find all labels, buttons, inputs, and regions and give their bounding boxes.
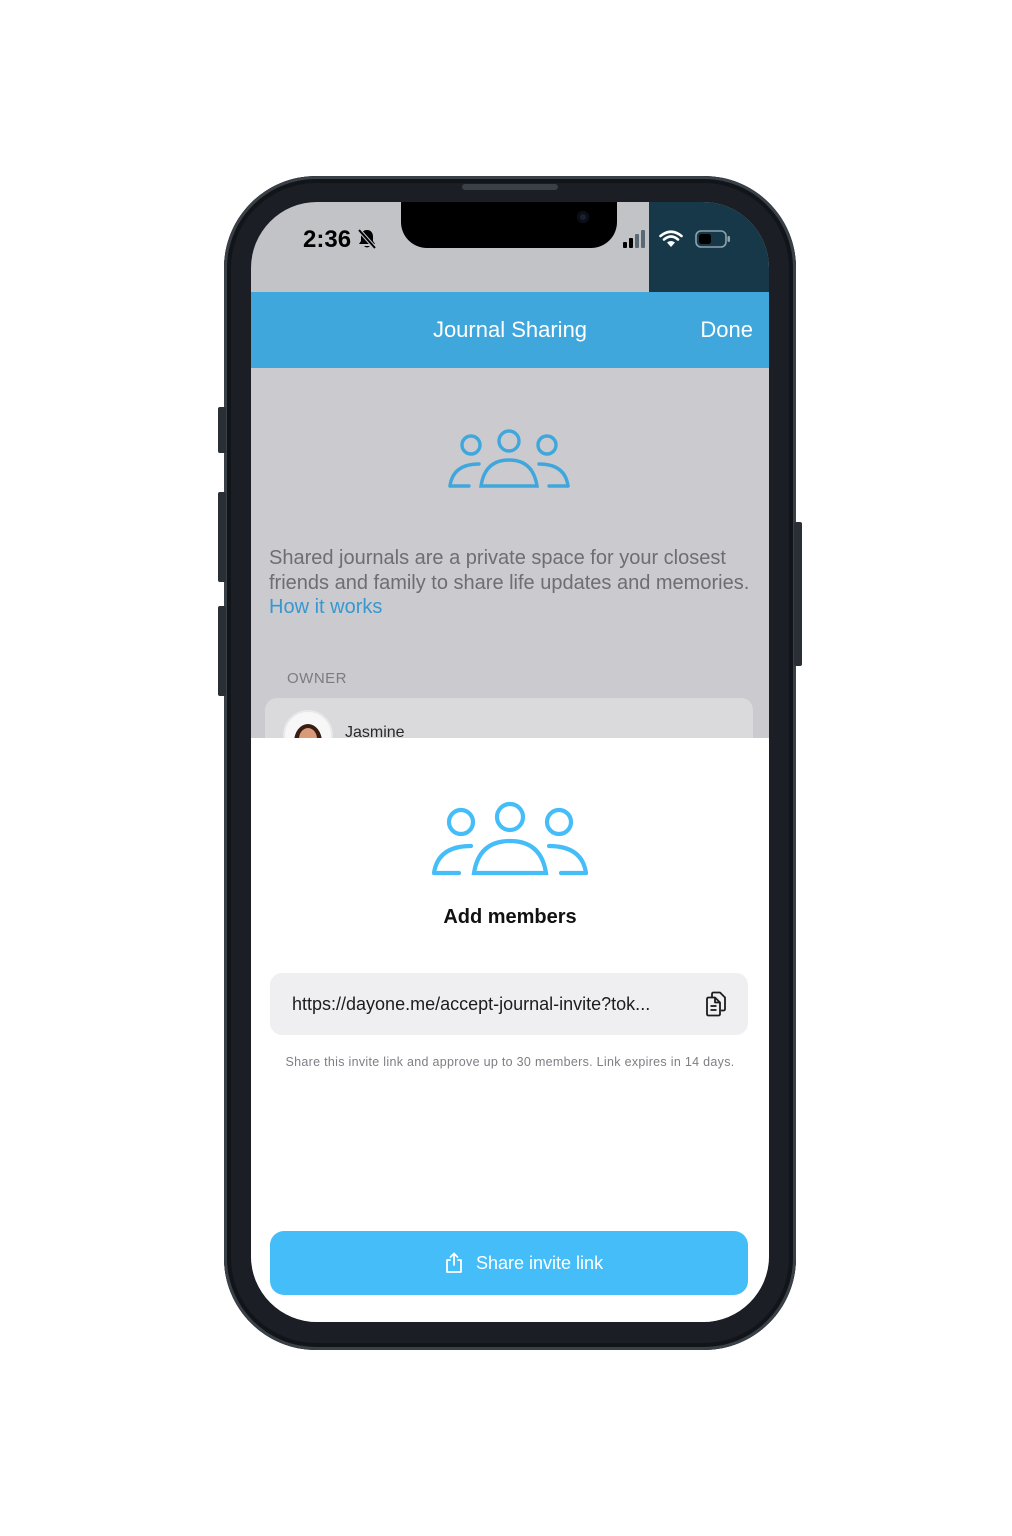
front-camera	[577, 211, 589, 223]
status-bar: 2:36	[251, 202, 769, 294]
speaker-grille	[462, 184, 558, 190]
group-icon	[431, 801, 589, 876]
nav-title: Journal Sharing	[432, 317, 588, 342]
wifi-icon	[659, 230, 683, 247]
share-icon	[446, 1252, 462, 1273]
invite-link-field[interactable]: https://dayone.me/accept-journal-invite?…	[270, 973, 748, 1035]
copy-icon[interactable]	[704, 991, 728, 1017]
phone-screen: 2:36 Journal Sharing Done Shared journal…	[251, 202, 769, 1322]
description-text: Shared journals are a private space for …	[269, 547, 750, 594]
how-it-works-link[interactable]: How it works	[269, 596, 382, 618]
group-icon	[448, 429, 570, 488]
share-button-label: Share invite link	[476, 1253, 604, 1273]
done-button[interactable]: Done	[700, 292, 753, 368]
signal-icon	[623, 230, 645, 248]
power-button	[794, 522, 802, 666]
volume-down-button	[218, 606, 226, 696]
volume-up-button	[218, 492, 226, 582]
navigation-bar: Journal Sharing Done	[251, 292, 769, 368]
invite-helper-text: Share this invite link and approve up to…	[285, 1055, 735, 1069]
add-members-sheet: Add members https://dayone.me/accept-jou…	[251, 738, 769, 1322]
share-invite-link-button[interactable]: Share invite link	[270, 1231, 748, 1295]
sheet-title: Add members	[443, 906, 577, 928]
status-time: 2:36	[303, 226, 352, 253]
sharing-description: Shared journals are a private space for …	[269, 546, 755, 620]
invite-link-text: https://dayone.me/accept-journal-invite?…	[292, 994, 651, 1014]
silent-switch	[218, 407, 226, 453]
notch	[401, 202, 617, 248]
bell-slash-icon	[357, 228, 377, 250]
journal-sharing-content: Shared journals are a private space for …	[251, 368, 769, 768]
battery-icon	[695, 230, 730, 248]
owner-section-label: OWNER	[287, 670, 347, 687]
